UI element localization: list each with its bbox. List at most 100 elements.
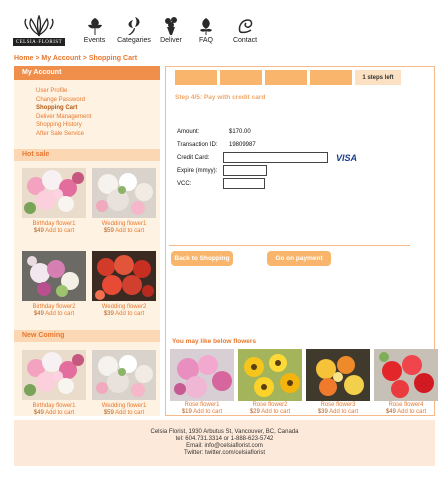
add-to-cart-link[interactable]: Add to cart — [45, 410, 74, 416]
product-card: Wedding flower2 $39 Add to cart — [92, 250, 156, 318]
expire-input[interactable] — [223, 165, 267, 176]
product-price: $39 — [103, 310, 114, 317]
add-to-cart-link[interactable]: Add to cart — [397, 409, 426, 415]
product-price: $19 — [181, 409, 192, 415]
main-nav: Events Categaries Deliver FAQ Contact — [78, 16, 266, 44]
product-price: $39 — [317, 409, 328, 415]
menu-change-password[interactable]: Change Password — [36, 96, 160, 105]
expire-label: Expire (mmyy): — [177, 167, 218, 174]
product-card: Rose flower3 $39 Add to cart — [306, 349, 370, 416]
go-on-payment-button[interactable]: Go on payment — [267, 251, 331, 266]
nav-faq[interactable]: FAQ — [188, 16, 224, 44]
step-progress: 1 steps left — [175, 70, 404, 85]
card-label: Credit Card: — [177, 154, 210, 161]
product-name[interactable]: Wedding flower2 — [92, 304, 156, 311]
product-image[interactable] — [92, 167, 156, 218]
product-price: $49 — [33, 409, 44, 416]
nav-events[interactable]: Events — [78, 16, 111, 44]
vcc-input[interactable] — [223, 178, 265, 189]
footer-twitter[interactable]: Twitter: twitter.com/celsiaflorist — [14, 450, 435, 457]
product-price: $59 — [103, 409, 114, 416]
product-image[interactable] — [22, 250, 86, 301]
add-to-cart-link[interactable]: Add to cart — [45, 311, 74, 317]
add-to-cart-link[interactable]: Add to cart — [261, 409, 290, 415]
product-image[interactable] — [374, 349, 438, 401]
step-done — [175, 70, 217, 85]
suggestions-row: Rose flower1 $19 Add to cart Rose flower… — [170, 349, 442, 416]
back-to-shopping-button[interactable]: Back to Shopping — [171, 251, 233, 266]
menu-deliver-management[interactable]: Deliver Management — [36, 113, 160, 122]
logo[interactable]: CELSIA·FLORIST — [13, 14, 65, 46]
product-price: $49 — [385, 409, 396, 415]
new-coming-heading: New Coming — [14, 329, 160, 342]
site-header: CELSIA·FLORIST Events Categaries Deliver… — [0, 0, 446, 50]
account-menu: User Profile Change Password Shopping Ca… — [14, 80, 160, 139]
footer-email[interactable]: Email: info@celsiaflorist.com — [14, 443, 435, 450]
credit-card-input[interactable] — [223, 152, 328, 163]
vcc-label: VCC: — [177, 180, 192, 187]
product-name[interactable]: Rose flower1 — [170, 402, 234, 409]
sidebar: My Account User Profile Change Password … — [14, 66, 160, 416]
nav-deliver[interactable]: Deliver — [157, 16, 185, 44]
product-name[interactable]: Rose flower3 — [306, 402, 370, 409]
footer-address: Celsia Florist, 1930 Arbutus St, Vancouv… — [150, 429, 299, 435]
product-name[interactable]: Birthday flower1 — [22, 221, 86, 228]
product-card: Rose flower4 $49 Add to cart — [374, 349, 438, 416]
product-name[interactable]: Wedding flower1 — [92, 403, 156, 410]
step-done — [220, 70, 262, 85]
product-name[interactable]: Birthday flower2 — [22, 304, 86, 311]
steps-left-label: 1 steps left — [355, 70, 401, 85]
add-to-cart-link[interactable]: Add to cart — [193, 409, 222, 415]
product-image[interactable] — [92, 349, 156, 400]
nav-label: Categaries — [117, 37, 151, 44]
product-card: Birthday flower2 $49 Add to cart — [22, 250, 86, 318]
add-to-cart-link[interactable]: Add to cart — [115, 228, 144, 234]
product-image[interactable] — [238, 349, 302, 401]
product-price: $59 — [103, 227, 114, 234]
breadcrumb[interactable]: Home > My Account > Shopping Cart — [14, 55, 137, 62]
footer-phone: tel: 604.731.3314 or 1-888-623-5742 — [175, 436, 274, 442]
product-image[interactable] — [170, 349, 234, 401]
flower-icon — [78, 16, 111, 36]
product-card: Wedding flower1 $59 Add to cart — [92, 167, 156, 235]
menu-shopping-history[interactable]: Shopping History — [36, 121, 160, 130]
nav-label: Contact — [232, 37, 258, 44]
add-to-cart-link[interactable]: Add to cart — [45, 228, 74, 234]
site-footer: Celsia Florist, 1930 Arbutus St, Vancouv… — [14, 420, 435, 466]
hot-sale-grid: Birthday flower1 $49 Add to cart Wedding… — [14, 167, 160, 318]
product-image[interactable] — [22, 349, 86, 400]
product-card: Birthday flower1 $49 Add to cart — [22, 167, 86, 235]
product-image[interactable] — [306, 349, 370, 401]
checkout-panel: 1 steps left Step 4/5: Pay with credit c… — [165, 66, 438, 416]
menu-shopping-cart[interactable]: Shopping Cart — [36, 104, 160, 113]
flower-bud-icon — [188, 16, 224, 36]
product-name[interactable]: Rose flower2 — [238, 402, 302, 409]
product-image[interactable] — [92, 250, 156, 301]
hot-sale-heading: Hot sale — [14, 148, 160, 161]
add-to-cart-link[interactable]: Add to cart — [115, 410, 144, 416]
product-image[interactable] — [22, 167, 86, 218]
product-name[interactable]: Rose flower4 — [374, 402, 438, 409]
logo-flower-icon — [13, 14, 65, 38]
amount-label: Amount: — [177, 128, 200, 135]
visa-icon: VISA — [336, 152, 358, 163]
add-to-cart-link[interactable]: Add to cart — [115, 311, 144, 317]
product-name[interactable]: Birthday flower1 — [22, 403, 86, 410]
add-to-cart-link[interactable]: Add to cart — [329, 409, 358, 415]
suggestions-heading: You may like below flowers — [172, 338, 257, 345]
product-price: $49 — [33, 227, 44, 234]
product-card: Rose flower2 $29 Add to cart — [238, 349, 302, 416]
menu-after-sale-service[interactable]: After Sale Service — [36, 130, 160, 139]
menu-user-profile[interactable]: User Profile — [36, 87, 160, 96]
product-card: Rose flower1 $19 Add to cart — [170, 349, 234, 416]
new-coming-grid: Birthday flower1 $49 Add to cart Wedding… — [14, 349, 160, 417]
amount-value: $170.00 — [229, 128, 251, 135]
product-name[interactable]: Wedding flower1 — [92, 221, 156, 228]
logo-text: CELSIA·FLORIST — [13, 38, 65, 46]
product-price: $29 — [249, 409, 260, 415]
lily-icon — [114, 16, 154, 36]
nav-contact[interactable]: Contact — [227, 16, 263, 44]
swirl-flower-icon — [227, 16, 263, 36]
account-heading: My Account — [14, 66, 160, 80]
nav-categaries[interactable]: Categaries — [114, 16, 154, 44]
